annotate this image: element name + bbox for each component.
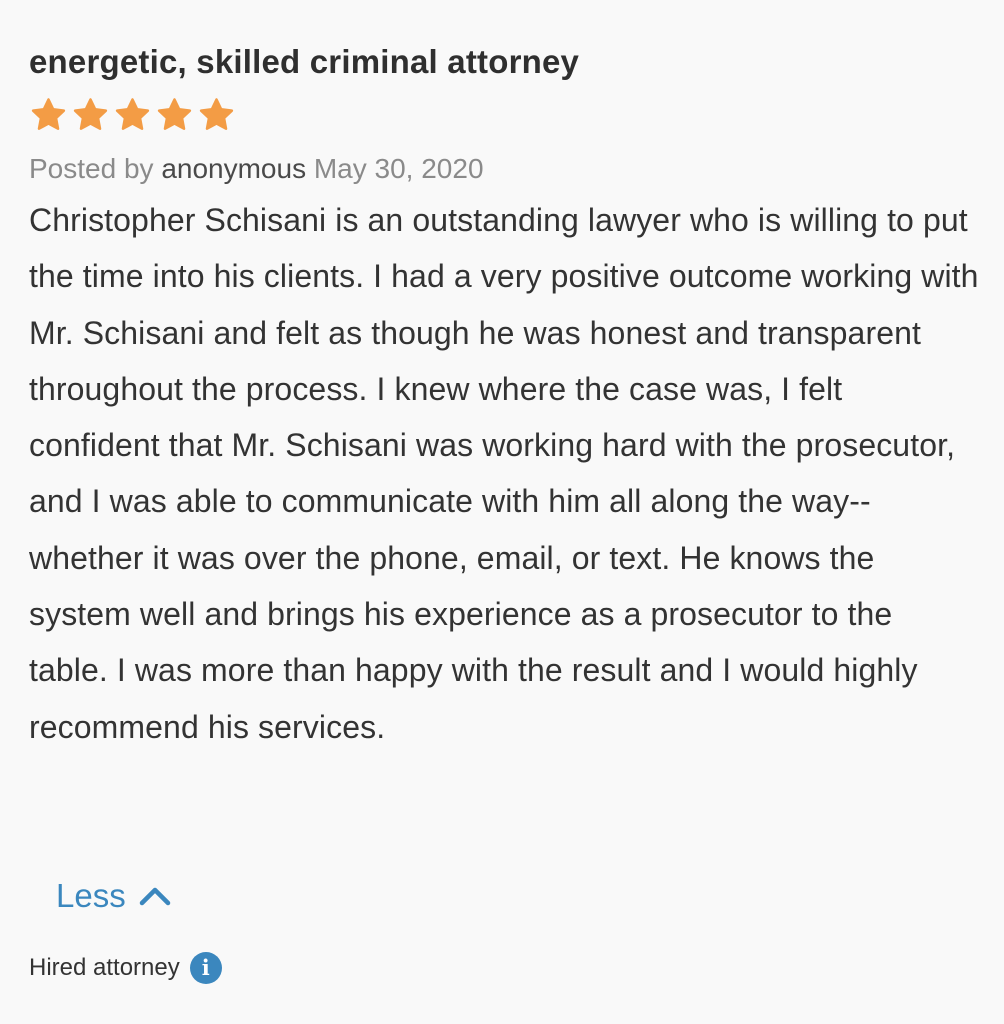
star-icon xyxy=(155,96,194,134)
review-author: anonymous xyxy=(161,153,307,184)
review-body: Christopher Schisani is an outstanding l… xyxy=(29,202,979,745)
star-icon xyxy=(71,96,110,134)
star-icon xyxy=(197,96,236,134)
less-label: Less xyxy=(56,877,126,914)
star-rating xyxy=(29,95,979,135)
posted-by-label: Posted by xyxy=(29,153,154,184)
chevron-up-icon xyxy=(138,885,172,907)
review-card: energetic, skilled criminal attorney Pos… xyxy=(29,40,979,755)
info-icon[interactable]: i xyxy=(189,952,222,984)
less-toggle-button[interactable]: Less xyxy=(56,872,172,920)
review-title: energetic, skilled criminal attorney xyxy=(29,43,580,80)
star-icon xyxy=(113,96,152,134)
hired-attorney-label: Hired attorney xyxy=(29,954,180,981)
hired-attorney-row: Hired attorney i xyxy=(29,950,222,986)
review-meta: Posted by anonymous May 30, 2020 xyxy=(29,151,979,187)
star-icon xyxy=(29,96,68,134)
review-date: May 30, 2020 xyxy=(313,153,484,184)
